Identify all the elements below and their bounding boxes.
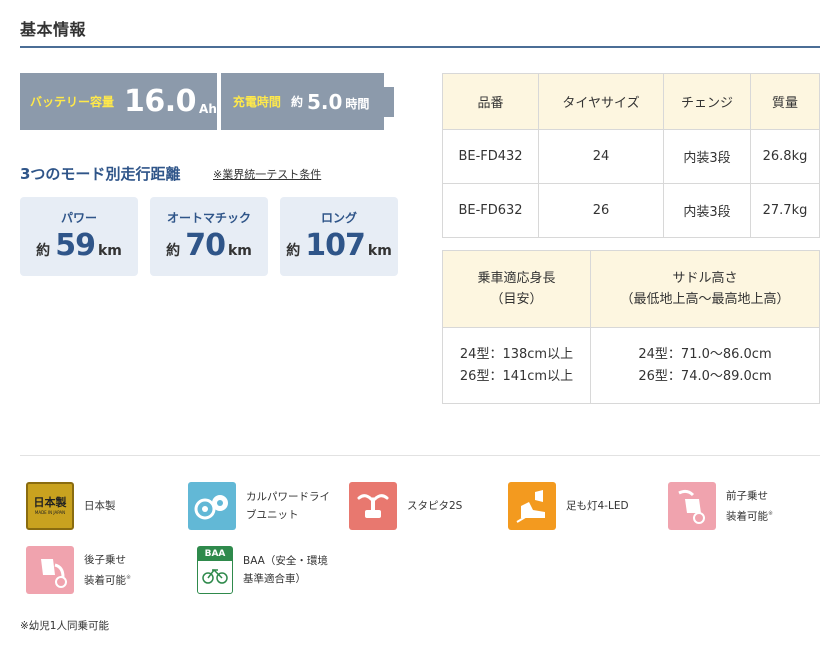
table-header-row: 品番 タイヤサイズ チェンジ 質量 (442, 73, 820, 130)
table-header-row: 乗車適応身長 （目安） サドル高さ （最低地上高〜最高地上高） (442, 250, 820, 328)
battery-terminal-cap (384, 86, 394, 117)
table-header: 品番 (442, 73, 539, 130)
spec-table: 品番 タイヤサイズ チェンジ 質量 BE-FD432 24 内装3段 26.8k… (442, 73, 820, 238)
mode-name: オートマチック (166, 211, 251, 225)
footnote: ※幼児1人同乗可能 (20, 620, 109, 632)
rider-height-26: 26型：141cm以上 (459, 368, 574, 384)
battery-capacity-label: バッテリー容量 (30, 95, 115, 109)
table-header: タイヤサイズ (538, 73, 664, 130)
charge-time-label: 充電時間 (232, 95, 281, 109)
table-header: 質量 (750, 73, 820, 130)
mode-section-title: 3つのモード別走行距離 (20, 165, 181, 183)
saddle-height-header: サドル高さ (672, 271, 738, 286)
feature-baa: BAA BAA（安全・環境 基準適合車） (197, 546, 328, 594)
feature-label: 足も灯4-LED (566, 500, 629, 512)
table-cell: 24 (538, 129, 664, 184)
table-cell: 27.7kg (750, 183, 820, 238)
mode-card-long: ロング 約 107 km (280, 197, 398, 276)
mode-prefix: 約 (36, 243, 51, 259)
table-row: BE-FD632 26 内装3段 27.7kg (442, 183, 820, 238)
made-in-japan-badge-icon: 日本製 MADE IN JAPAN (26, 482, 74, 530)
feature-made-in-japan: 日本製 MADE IN JAPAN 日本製 (26, 482, 116, 530)
mode-card-power: パワー 約 59 km (20, 197, 138, 276)
feature-label: 後子乗せ (84, 553, 126, 566)
table-cell: BE-FD632 (442, 183, 539, 238)
feature-label: 前子乗せ (726, 489, 768, 502)
table-row: 24型：138cm以上 26型：141cm以上 24型：71.0〜86.0cm … (442, 327, 820, 404)
table-cell: 内装3段 (663, 183, 751, 238)
title-divider (20, 46, 820, 48)
feature-rear-child-seat: 後子乗せ 装着可能※ (26, 546, 131, 594)
charge-time-unit: 時間 (345, 97, 370, 111)
rear-child-seat-icon (26, 546, 74, 594)
feature-led-light: 足も灯4-LED (508, 482, 629, 530)
feature-label-line2: 装着可能 (84, 574, 126, 587)
rider-height-header: 乗車適応身長 (477, 271, 556, 286)
mode-distance: 107 (305, 228, 366, 263)
test-condition-link[interactable]: ※業界統一テスト条件 (213, 166, 321, 182)
feature-note-mark: ※ (126, 573, 132, 581)
feature-label-line2: 装着可能 (726, 510, 768, 523)
battery-banner: バッテリー容量 16.0 Ah 充電時間 約 5.0 時間 (20, 73, 394, 130)
mode-distance: 59 (55, 228, 96, 263)
mode-prefix: 約 (286, 243, 301, 259)
battery-capacity-box: バッテリー容量 16.0 Ah (20, 73, 217, 130)
section-divider (20, 455, 820, 456)
mode-name: パワー (60, 211, 97, 225)
baa-mark-icon: BAA (197, 546, 233, 594)
charge-time-box: 充電時間 約 5.0 時間 (220, 73, 385, 130)
led-light-icon (508, 482, 556, 530)
mode-unit: km (367, 243, 392, 259)
mode-unit: km (97, 243, 122, 259)
mode-distance: 70 (185, 228, 226, 263)
battery-capacity-value: 16.0 (124, 84, 197, 119)
table-cell: 26.8kg (750, 129, 820, 184)
saddle-height-26: 26型：74.0〜89.0cm (638, 368, 772, 384)
table-cell: 内装3段 (663, 129, 751, 184)
feature-power-drive-unit: カルパワードライ ブユニット (188, 482, 330, 530)
rider-height-subheader: （目安） (490, 292, 543, 307)
badge-subtext: MADE IN JAPAN (34, 510, 66, 515)
saddle-height-24: 24型：71.0〜86.0cm (638, 346, 772, 362)
charge-time-value: 5.0 (306, 89, 343, 114)
table-cell: 26 (538, 183, 664, 238)
feature-label: BAA（安全・環境 (243, 555, 328, 567)
saddle-height-subheader: （最低地上高〜最高地上高） (620, 292, 790, 307)
power-drive-unit-icon (188, 482, 236, 530)
table-cell: BE-FD432 (442, 129, 539, 184)
table-cell: 24型：138cm以上 26型：141cm以上 (442, 327, 591, 404)
feature-label: 日本製 (84, 500, 116, 512)
feature-label: カルパワードライ (246, 491, 330, 503)
table-header: サドル高さ （最低地上高〜最高地上高） (590, 250, 820, 328)
feature-stapita: スタピタ2S (349, 482, 462, 530)
baa-mark-text: BAA (198, 547, 232, 561)
table-header: 乗車適応身長 （目安） (442, 250, 591, 328)
badge-text: 日本製 (33, 496, 67, 509)
table-header: チェンジ (663, 73, 751, 130)
rider-height-24: 24型：138cm以上 (459, 346, 574, 362)
table-cell: 24型：71.0〜86.0cm 26型：74.0〜89.0cm (590, 327, 820, 404)
section-title: 基本情報 (20, 20, 87, 39)
feature-front-child-seat: 前子乗せ 装着可能※ (668, 482, 773, 530)
mode-name: ロング (320, 211, 357, 225)
charge-time-prefix: 約 (290, 95, 303, 109)
front-child-seat-icon (668, 482, 716, 530)
mode-prefix: 約 (166, 243, 181, 259)
battery-capacity-unit: Ah (199, 102, 217, 116)
table-row: BE-FD432 24 内装3段 26.8kg (442, 129, 820, 184)
feature-label-line2: ブユニット (246, 509, 299, 521)
mode-card-automatic: オートマチック 約 70 km (150, 197, 268, 276)
feature-label: スタピタ2S (407, 500, 463, 512)
handlebar-icon (349, 482, 397, 530)
mode-unit: km (227, 243, 252, 259)
feature-note-mark: ※ (768, 509, 774, 517)
size-table: 乗車適応身長 （目安） サドル高さ （最低地上高〜最高地上高） 24型：138c… (442, 250, 820, 404)
feature-label-line2: 基準適合車） (243, 573, 306, 585)
